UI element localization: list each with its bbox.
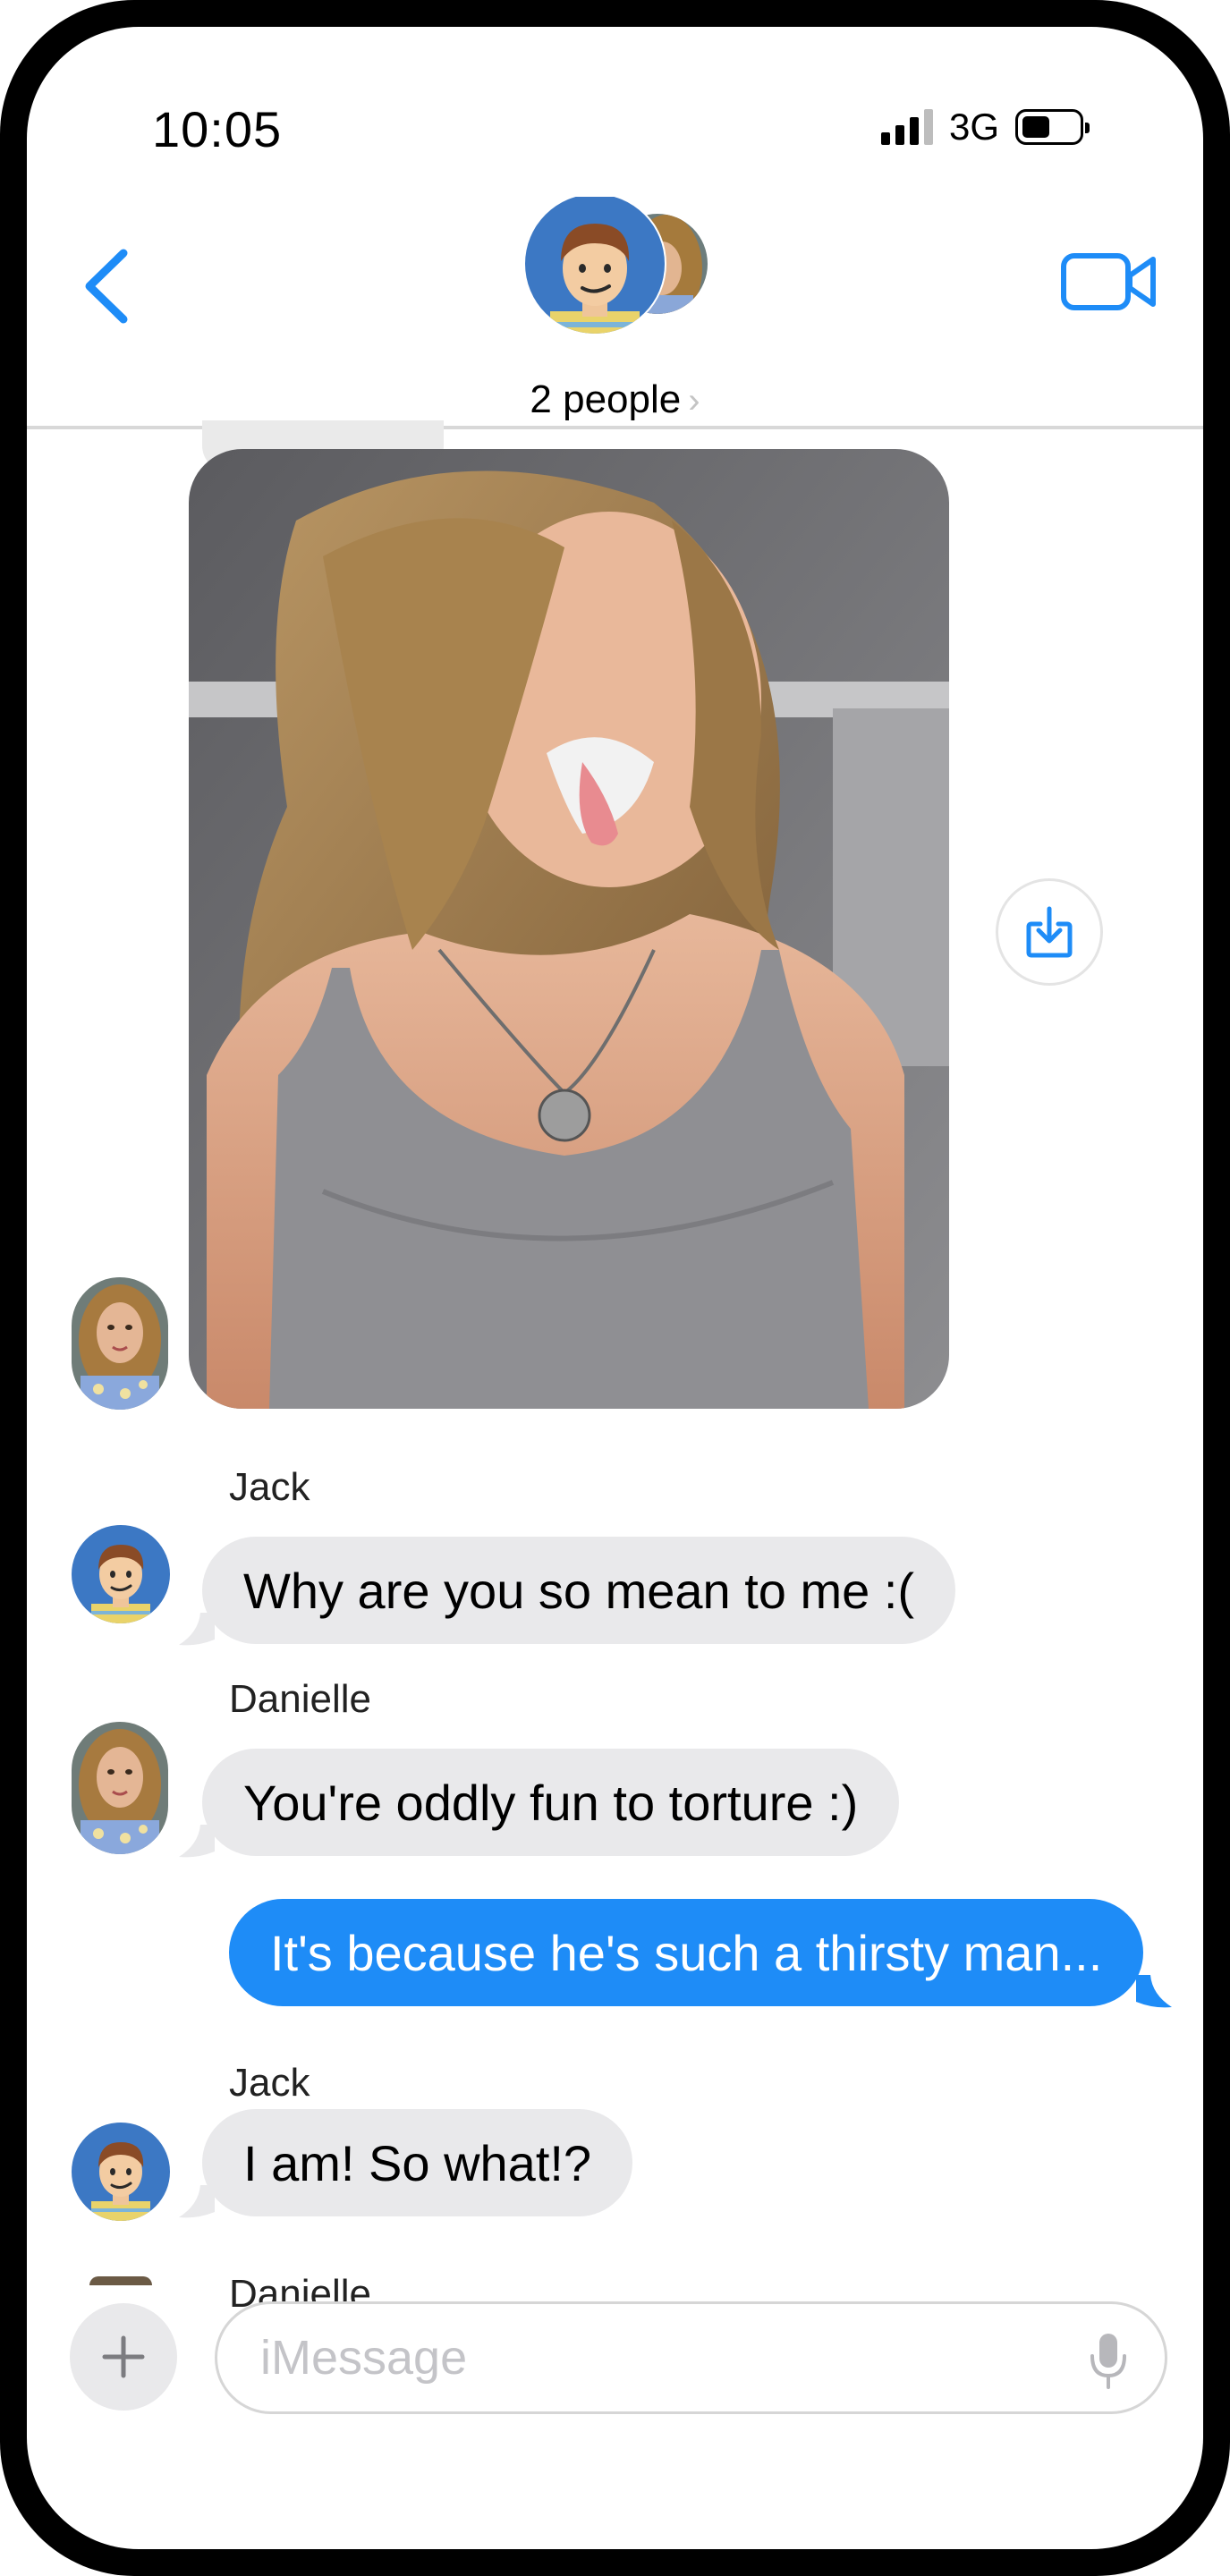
plus-icon <box>102 2335 145 2378</box>
message-input[interactable]: iMessage <box>215 2301 1167 2414</box>
download-icon <box>1026 906 1073 958</box>
danielle-avatar[interactable] <box>72 1722 168 1854</box>
photo-message[interactable] <box>189 449 949 1409</box>
sender-name-jack: Jack <box>229 1465 310 1509</box>
microphone-icon[interactable] <box>1088 2331 1129 2390</box>
message-bubble-incoming[interactable]: I am! So what!? <box>202 2109 633 2216</box>
group-caption[interactable]: 2 people › <box>27 377 1203 422</box>
group-avatars[interactable] <box>523 192 720 340</box>
video-camera-icon[interactable] <box>1060 250 1158 313</box>
message-text: I am! So what!? <box>243 2134 592 2191</box>
signal-icon <box>881 109 933 145</box>
screen: 10:05 3G 2 people › Jack Why are you so … <box>27 27 1203 2549</box>
message-text: It's because he's such a thirsty man... <box>270 1924 1103 1981</box>
sender-name-jack: Jack <box>229 2061 310 2105</box>
status-time: 10:05 <box>152 101 283 157</box>
back-chevron-icon[interactable] <box>81 246 134 326</box>
message-text: Why are you so mean to me :( <box>243 1562 915 1619</box>
message-bubble-incoming[interactable]: Why are you so mean to me :( <box>202 1537 956 1644</box>
network-label: 3G <box>949 106 1000 148</box>
jack-avatar[interactable] <box>72 2123 170 2221</box>
message-text: You're oddly fun to torture :) <box>243 1774 859 1831</box>
danielle-avatar-partial <box>89 2276 152 2285</box>
chevron-right-icon: › <box>688 381 700 420</box>
save-photo-button[interactable] <box>996 878 1103 986</box>
message-bubble-outgoing[interactable]: It's because he's such a thirsty man... <box>229 1899 1144 2006</box>
plus-button[interactable] <box>70 2303 177 2411</box>
message-bubble-incoming[interactable]: You're oddly fun to torture :) <box>202 1749 900 1856</box>
status-indicators: 3G <box>881 106 1090 148</box>
message-input-placeholder: iMessage <box>260 2331 468 2385</box>
group-caption-text: 2 people <box>530 377 682 421</box>
jack-avatar[interactable] <box>72 1525 170 1623</box>
danielle-avatar[interactable] <box>72 1277 168 1410</box>
sender-name-danielle: Danielle <box>229 1677 371 1721</box>
battery-icon <box>1015 109 1090 145</box>
bubble-tail <box>1136 1975 1172 2008</box>
